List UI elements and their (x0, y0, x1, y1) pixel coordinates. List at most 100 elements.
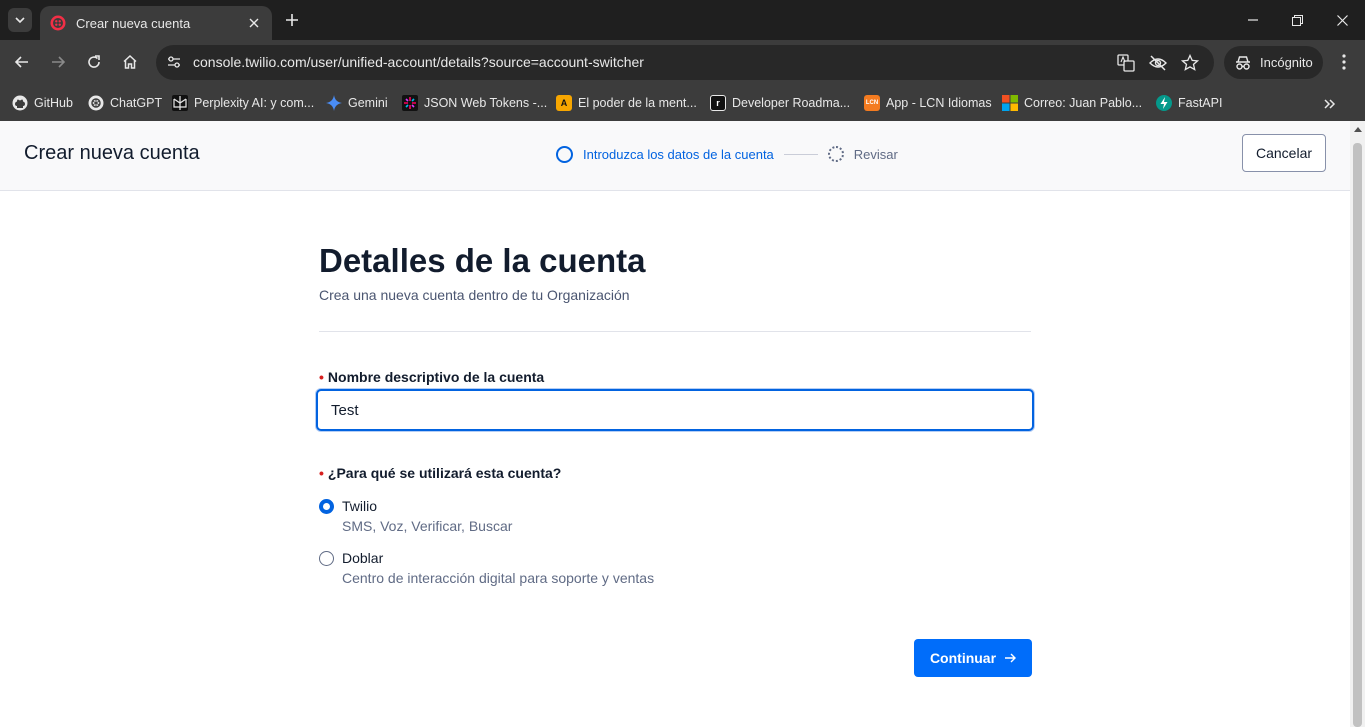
bookmark-label: Perplexity AI: y com... (194, 96, 315, 110)
bookmark-label: App - LCN Idiomas (886, 96, 992, 110)
tab-bar: Crear nueva cuenta (0, 0, 1365, 40)
eye-off-icon (1149, 55, 1167, 71)
account-form: Detalles de la cuenta Crea una nueva cue… (316, 241, 1034, 677)
bookmark-star-button[interactable] (1180, 53, 1200, 73)
microsoft-icon (1002, 95, 1018, 111)
bookmark-label: JSON Web Tokens -... (424, 96, 548, 110)
bookmark-perplexity[interactable]: Perplexity AI: y com... (172, 92, 314, 114)
tracking-protection-button[interactable] (1148, 53, 1168, 73)
page-viewport: Crear nueva cuenta Introduzca los datos … (0, 121, 1350, 727)
page-header: Crear nueva cuenta Introduzca los datos … (0, 121, 1350, 191)
bookmark-fastapi[interactable]: FastAPI (1156, 92, 1222, 114)
translate-icon (1117, 54, 1135, 72)
bookmark-github[interactable]: GitHub (12, 92, 73, 114)
bookmark-gemini[interactable]: Gemini (326, 92, 388, 114)
translate-button[interactable] (1116, 53, 1136, 73)
radio-option-twilio[interactable]: Twilio SMS, Voz, Verificar, Buscar (319, 497, 512, 535)
bookmark-jwt[interactable]: JSON Web Tokens -... (402, 92, 547, 114)
plus-icon (286, 14, 298, 26)
radio-unselected[interactable] (319, 551, 334, 566)
bookmarks-bar: GitHub ChatGPT Perplexity AI: y com... G… (0, 85, 1365, 121)
github-icon (12, 95, 28, 111)
bookmark-label: El poder de la ment... (578, 96, 697, 110)
account-name-label: • Nombre descriptivo de la cuenta (319, 369, 544, 385)
bookmark-chatgpt[interactable]: ChatGPT (88, 92, 162, 114)
step-label-review: Revisar (853, 146, 898, 162)
incognito-button[interactable]: Incógnito (1224, 46, 1323, 79)
reload-icon (88, 55, 100, 68)
step-active-indicator (556, 145, 573, 163)
back-button[interactable] (10, 50, 34, 74)
twilio-icon (50, 15, 66, 31)
bookmarks-overflow-button[interactable] (1320, 94, 1340, 114)
page-scrollbar[interactable] (1350, 121, 1365, 727)
bookmark-label: ChatGPT (110, 96, 163, 110)
close-window-button[interactable] (1332, 10, 1352, 30)
chevron-down-icon (15, 17, 25, 24)
continue-label: Continuar (929, 650, 997, 666)
progress-steps: Introduzca los datos de la cuenta Revisa… (556, 144, 898, 164)
scroll-thumb[interactable] (1353, 143, 1362, 727)
bookmark-label: Correo: Juan Pablo... (1024, 96, 1143, 110)
required-marker: • (319, 465, 324, 481)
divider (319, 331, 1031, 332)
arrow-right-icon (52, 56, 66, 68)
new-tab-button[interactable] (282, 10, 302, 30)
account-usage-label-text: ¿Para qué se utilizará esta cuenta? (327, 465, 562, 481)
close-icon (1336, 14, 1348, 26)
address-bar[interactable]: console.twilio.com/user/unified-account/… (156, 45, 1214, 80)
cancel-button[interactable]: Cancelar (1242, 134, 1326, 172)
radio-selected[interactable] (319, 499, 334, 514)
account-usage-label: • ¿Para qué se utilizará esta cuenta? (319, 465, 561, 481)
radio-title: Doblar (342, 550, 384, 566)
tune-icon (168, 56, 180, 68)
bookmark-correo[interactable]: Correo: Juan Pablo... (1002, 92, 1142, 114)
lcn-icon: LCN (864, 95, 880, 111)
required-marker: • (319, 369, 324, 385)
step-pending-indicator (827, 146, 844, 162)
bookmark-lcn[interactable]: LCN App - LCN Idiomas (864, 92, 992, 114)
form-heading: Detalles de la cuenta (319, 242, 646, 279)
radio-description: Centro de interacción digital para sopor… (342, 570, 655, 586)
url-text: console.twilio.com/user/unified-account/… (193, 54, 644, 70)
tab-search-button[interactable] (8, 8, 32, 32)
chatgpt-icon (88, 95, 104, 111)
radio-text: Twilio SMS, Voz, Verificar, Buscar (342, 497, 512, 535)
gemini-icon (326, 95, 342, 111)
step-connector (783, 153, 818, 155)
site-info-button[interactable] (162, 50, 186, 74)
bookmark-label: FastAPI (1178, 96, 1223, 110)
fastapi-icon (1156, 95, 1172, 111)
chevron-double-right-icon (1324, 99, 1336, 109)
arrow-right-icon (1005, 653, 1017, 663)
bookmark-label: Gemini (348, 96, 388, 110)
home-button[interactable] (118, 50, 142, 74)
jwt-icon (402, 95, 418, 111)
account-name-input[interactable] (316, 389, 1034, 431)
restore-icon (1291, 14, 1303, 26)
minimize-icon (1248, 19, 1258, 21)
scroll-up-arrow[interactable] (1354, 127, 1362, 132)
incognito-label: Incógnito (1260, 55, 1313, 70)
minimize-button[interactable] (1243, 10, 1263, 30)
forward-button[interactable] (46, 50, 70, 74)
browser-toolbar: console.twilio.com/user/unified-account/… (0, 40, 1365, 85)
browser-tab-active[interactable]: Crear nueva cuenta (40, 6, 272, 40)
radio-description: SMS, Voz, Verificar, Buscar (342, 518, 513, 534)
restore-button[interactable] (1287, 10, 1307, 30)
arrow-left-icon (14, 56, 28, 68)
bookmark-roadmap[interactable]: r Developer Roadma... (710, 92, 850, 114)
form-subheading: Crea una nueva cuenta dentro de tu Organ… (319, 287, 630, 303)
reload-button[interactable] (82, 50, 106, 74)
tab-close-button[interactable] (246, 15, 262, 31)
star-icon (1181, 54, 1199, 71)
tab-title: Crear nueva cuenta (76, 15, 191, 31)
page-title: Crear nueva cuenta (24, 142, 200, 164)
continue-button[interactable]: Continuar (914, 639, 1032, 677)
radio-option-doblar[interactable]: Doblar Centro de interacción digital par… (319, 549, 654, 587)
bookmark-label: Developer Roadma... (732, 96, 851, 110)
browser-menu-button[interactable] (1334, 52, 1354, 72)
bookmark-label: GitHub (34, 96, 73, 110)
bookmark-audible[interactable]: A El poder de la ment... (556, 92, 697, 114)
perplexity-icon (172, 95, 188, 111)
